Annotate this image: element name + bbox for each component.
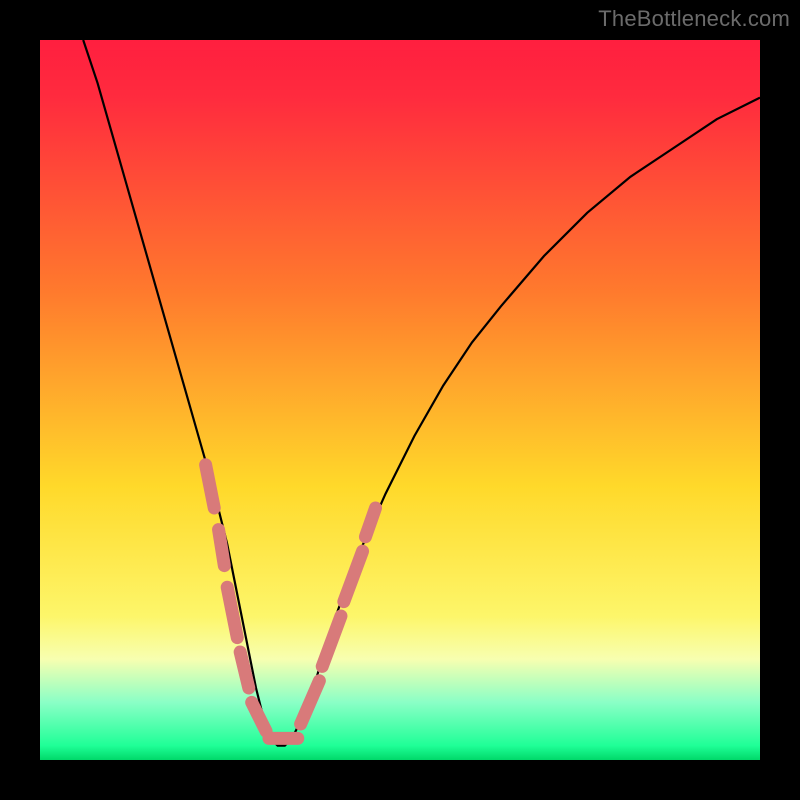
highlight-segment xyxy=(252,702,266,731)
highlight-segment xyxy=(365,508,375,537)
highlight-markers xyxy=(206,465,376,739)
highlight-segment xyxy=(344,551,363,601)
highlight-segment xyxy=(322,616,341,666)
watermark-text: TheBottleneck.com xyxy=(598,6,790,32)
curve-svg xyxy=(40,40,760,760)
chart-frame: TheBottleneck.com xyxy=(0,0,800,800)
bottleneck-curve xyxy=(83,40,760,746)
highlight-segment xyxy=(227,587,237,637)
highlight-segment xyxy=(301,681,320,724)
highlight-segment xyxy=(240,652,249,688)
highlight-segment xyxy=(219,530,225,566)
plot-area xyxy=(40,40,760,760)
highlight-segment xyxy=(206,465,215,508)
